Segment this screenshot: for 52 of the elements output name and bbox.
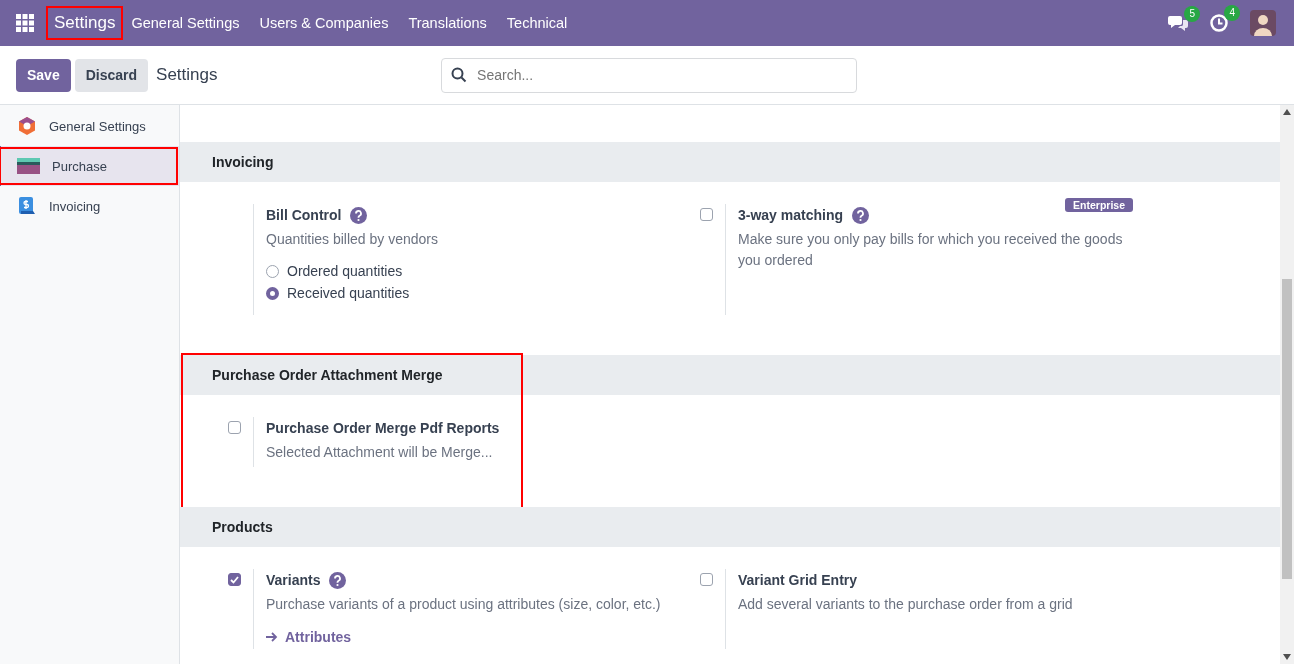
- search-field[interactable]: Search...: [441, 57, 858, 93]
- menu-item[interactable]: General Settings: [131, 15, 240, 31]
- checkbox[interactable]: [228, 573, 241, 586]
- page-title: Settings: [156, 65, 219, 85]
- scroll-down-icon[interactable]: [1283, 654, 1291, 660]
- setting-description: Make sure you only pay bills for which you received the goods you ordered: [738, 230, 1124, 270]
- hexagon-icon: [17, 116, 37, 136]
- invoice-icon: [17, 196, 37, 216]
- setting-description: Quantities billed by vendors: [266, 230, 439, 249]
- radio-button[interactable]: [266, 264, 279, 278]
- apps-menu-icon[interactable]: [16, 14, 34, 32]
- section-title: Invoicing: [212, 154, 274, 170]
- help-icon[interactable]: [350, 206, 368, 224]
- setting-title: Purchase Order Merge Pdf Reports: [266, 420, 500, 436]
- sidebar-item[interactable]: Invoicing: [0, 186, 179, 226]
- menu-item[interactable]: Technical: [506, 15, 568, 31]
- section-title: Purchase Order Attachment Merge: [212, 367, 443, 383]
- checkbox[interactable]: [700, 573, 713, 586]
- toolbar-button[interactable]: Discard: [74, 58, 149, 92]
- toolbar-button[interactable]: Save: [16, 58, 71, 92]
- setting-title: Bill Control: [266, 207, 342, 223]
- checkbox[interactable]: [228, 421, 241, 434]
- radio-button[interactable]: [266, 286, 279, 300]
- setting-title: Variants: [266, 572, 321, 588]
- enterprise-badge: Enterprise: [1065, 198, 1133, 212]
- sidebar-item[interactable]: Purchase: [0, 146, 179, 186]
- scrollbar-thumb[interactable]: [1282, 279, 1292, 579]
- menu-item[interactable]: Users & Companies: [259, 15, 389, 31]
- help-icon[interactable]: [852, 206, 870, 224]
- sidebar-item[interactable]: General Settings: [0, 106, 179, 146]
- setting-description: Purchase variants of a product using attributes (size, color, etc.): [266, 595, 662, 614]
- app-title[interactable]: Settings: [46, 6, 124, 40]
- message-count-badge: 5: [1184, 5, 1200, 22]
- radio-option[interactable]: Received quantities: [266, 285, 670, 301]
- menu-item[interactable]: Translations: [408, 15, 487, 31]
- clock-icon[interactable]: [1210, 14, 1228, 32]
- setting-title: 3-way matching: [738, 207, 844, 223]
- card-icon: [17, 158, 40, 174]
- arrow-right-icon: [266, 632, 278, 642]
- setting-description: Add several variants to the purchase order from a grid: [738, 595, 1074, 614]
- setting-description: Selected Attachment will be Merge...: [266, 443, 494, 462]
- setting-title: Variant Grid Entry: [738, 572, 858, 588]
- radio-option[interactable]: Ordered quantities: [266, 263, 670, 279]
- chat-icon[interactable]: [1168, 14, 1188, 32]
- user-avatar[interactable]: [1250, 10, 1276, 36]
- scroll-up-icon[interactable]: [1283, 109, 1291, 115]
- attributes-link[interactable]: Attributes: [266, 629, 352, 645]
- help-icon[interactable]: [329, 571, 347, 589]
- section-title: Products: [212, 519, 273, 535]
- activity-count-badge: 4: [1224, 5, 1240, 21]
- checkbox[interactable]: [700, 208, 713, 221]
- search-icon: [451, 66, 468, 83]
